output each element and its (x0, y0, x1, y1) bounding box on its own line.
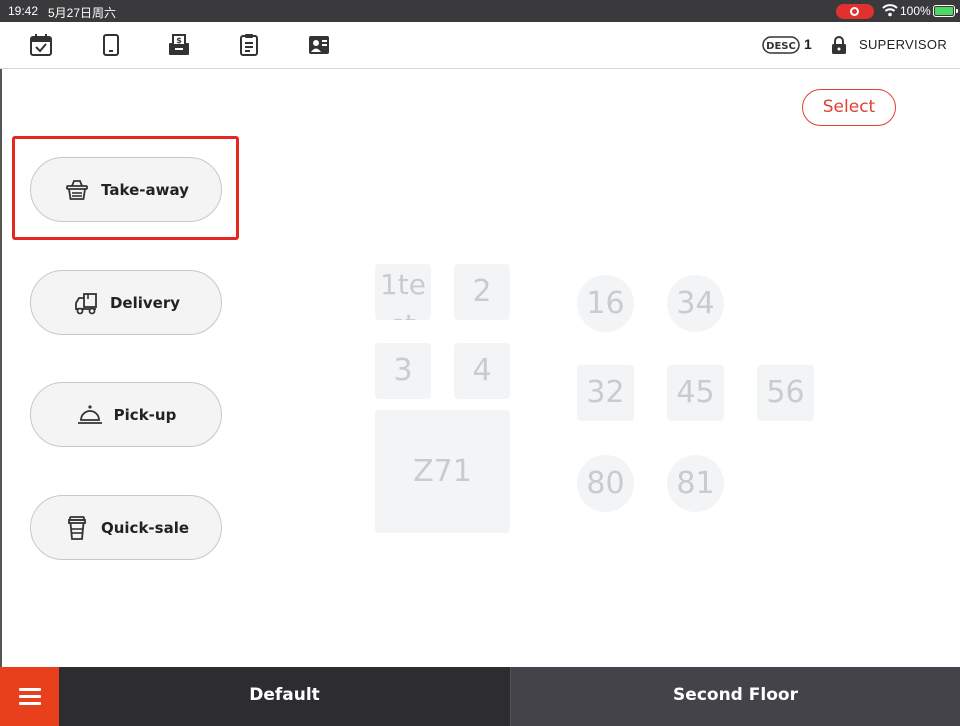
left-frame-border (0, 69, 2, 667)
status-date: 5月27日周六 (48, 6, 117, 20)
user-card-icon[interactable] (306, 32, 332, 58)
table-16[interactable]: 16 (577, 275, 634, 332)
floor-tab-second-floor[interactable]: Second Floor (511, 667, 960, 726)
table-81[interactable]: 81 (667, 455, 724, 512)
battery-percentage: 100% (900, 4, 931, 18)
pick-up-button[interactable]: Pick-up (30, 382, 222, 447)
screen-recording-icon (836, 4, 874, 19)
table-34[interactable]: 34 (667, 275, 724, 332)
table-45[interactable]: 45 (667, 365, 724, 421)
desc-sort-icon[interactable]: DESC (762, 36, 800, 54)
table-2[interactable]: 2 (454, 264, 510, 320)
table-4[interactable]: 4 (454, 343, 510, 399)
desc-badge-label: DESC (766, 41, 796, 52)
table-32[interactable]: 32 (577, 365, 634, 421)
delivery-button[interactable]: Delivery (30, 270, 222, 335)
svg-text:$: $ (176, 36, 182, 45)
status-bar: 19:42 5月27日周六 100% (0, 0, 960, 22)
basket-icon (63, 176, 91, 204)
quick-sale-button[interactable]: Quick-sale (30, 495, 222, 560)
lock-icon (832, 36, 846, 54)
table-3[interactable]: 3 (375, 343, 431, 399)
coffee-cup-icon (63, 514, 91, 542)
battery-icon (933, 5, 958, 17)
tablet-icon[interactable] (98, 32, 124, 58)
hamburger-line (19, 688, 41, 691)
take-away-label: Take-away (101, 180, 189, 199)
cloche-icon (76, 401, 104, 429)
hamburger-line (19, 702, 41, 705)
user-role[interactable]: SUPERVISOR (859, 37, 947, 52)
calendar-check-icon[interactable] (28, 32, 54, 58)
status-time: 19:42 (8, 4, 39, 18)
delivery-label: Delivery (109, 293, 181, 312)
take-away-button[interactable]: Take-away (30, 157, 222, 222)
table-1test[interactable]: 1te st (375, 264, 431, 320)
top-toolbar: $ DESC 1 SUPERVISOR (0, 22, 960, 69)
floor-bar: Default Second Floor (0, 667, 960, 726)
clipboard-icon[interactable] (236, 32, 262, 58)
delivery-truck-icon (72, 289, 100, 317)
select-button[interactable]: Select (802, 89, 896, 126)
quick-sale-label: Quick-sale (100, 518, 190, 537)
pick-up-label: Pick-up (113, 405, 177, 424)
table-80[interactable]: 80 (577, 455, 634, 512)
table-z71[interactable]: Z71 (375, 410, 510, 533)
cash-drawer-icon[interactable]: $ (166, 32, 192, 58)
floor-tab-default[interactable]: Default (59, 667, 510, 726)
desc-count: 1 (804, 36, 812, 52)
table-56[interactable]: 56 (757, 365, 814, 421)
wifi-icon (882, 4, 898, 17)
hamburger-line (19, 695, 41, 698)
hamburger-menu-button[interactable] (0, 667, 59, 726)
